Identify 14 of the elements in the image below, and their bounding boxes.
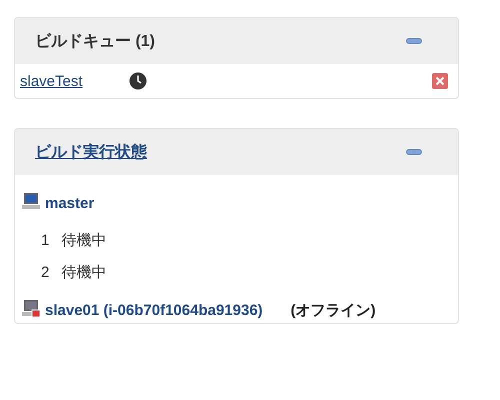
clock-icon bbox=[129, 72, 147, 90]
executor-number: 2 bbox=[41, 264, 50, 280]
node-link[interactable]: slave01 (i-06b70f1064ba91936) bbox=[45, 302, 263, 319]
executor-state: 待機中 bbox=[61, 262, 106, 282]
panel-title-link[interactable]: ビルド実行状態 bbox=[35, 142, 147, 162]
collapse-button[interactable] bbox=[406, 38, 422, 44]
executor-number: 1 bbox=[41, 232, 50, 248]
cancel-icon[interactable] bbox=[432, 73, 448, 89]
collapse-button[interactable] bbox=[406, 149, 422, 155]
executor-state: 待機中 bbox=[61, 230, 106, 250]
node-status: (オフライン) bbox=[290, 302, 376, 319]
job-link[interactable]: slaveTest bbox=[20, 72, 129, 90]
node-link[interactable]: master bbox=[45, 195, 94, 212]
panel-title: ビルドキュー (1) bbox=[35, 32, 155, 52]
